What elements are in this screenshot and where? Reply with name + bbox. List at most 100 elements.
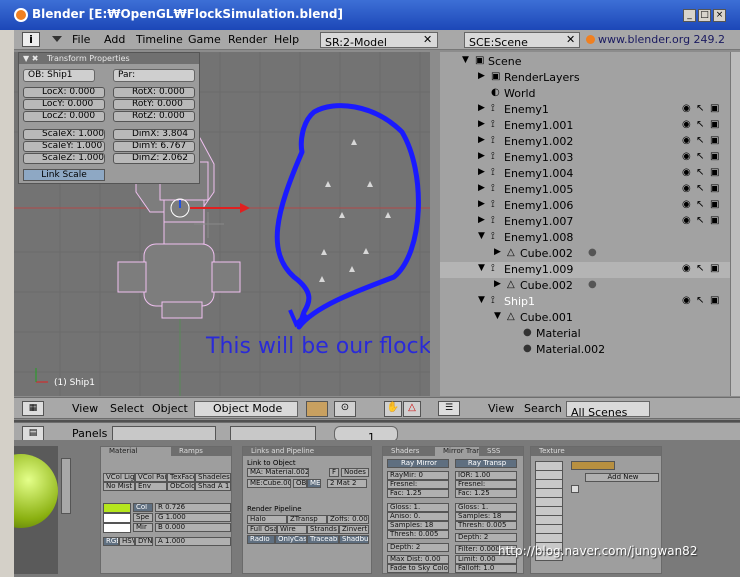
- scene-filter-selector[interactable]: All Scenes: [566, 401, 650, 417]
- col-button[interactable]: Col: [133, 503, 153, 512]
- wire-button[interactable]: Wire: [277, 525, 307, 534]
- outliner-menu-search[interactable]: Search: [524, 402, 562, 415]
- shading-icon[interactable]: [306, 401, 328, 417]
- traceable-button[interactable]: Traceable: [307, 535, 339, 544]
- texface-button[interactable]: TexFace: [167, 473, 195, 482]
- expand-right-icon[interactable]: ▶: [478, 119, 485, 129]
- cursor-toggle-icon[interactable]: ↖: [696, 199, 704, 210]
- outliner-row[interactable]: ▼ ⟟ Enemy1.009 ◉ ↖ ▣: [440, 262, 730, 278]
- outliner-row[interactable]: ▶ ▣ RenderLayers: [440, 70, 730, 86]
- render-toggle-icon[interactable]: ▣: [710, 103, 719, 114]
- outliner-row[interactable]: ▶ △ Cube.002 ●: [440, 246, 730, 262]
- eye-toggle-icon[interactable]: ◉: [682, 215, 691, 226]
- expand-right-icon[interactable]: ▶: [478, 183, 485, 193]
- mir-button[interactable]: Mir: [133, 523, 153, 532]
- expand-right-icon[interactable]: ▶: [494, 247, 501, 257]
- alpha-slider[interactable]: A 1.000: [155, 537, 231, 546]
- outliner-menu-view[interactable]: View: [488, 402, 514, 415]
- eye-toggle-icon[interactable]: ◉: [682, 199, 691, 210]
- menu-help[interactable]: Help: [274, 33, 299, 46]
- collapse-triangle-icon[interactable]: [52, 36, 62, 42]
- locy-field[interactable]: LocY: 0.000: [23, 99, 105, 110]
- r-slider[interactable]: R 0.726: [155, 503, 231, 512]
- expand-down-icon[interactable]: ▼: [478, 295, 485, 305]
- ior-slider[interactable]: IOR: 1.00: [455, 471, 517, 480]
- falloff-field[interactable]: Falloff: 1.0: [455, 564, 517, 573]
- render-toggle-icon[interactable]: ▣: [710, 263, 719, 274]
- dimy-field[interactable]: DimY: 6.767: [113, 141, 195, 152]
- material-name-field[interactable]: MA: Material.002: [247, 468, 309, 477]
- render-toggle-icon[interactable]: ▣: [710, 151, 719, 162]
- expand-right-icon[interactable]: ▶: [478, 167, 485, 177]
- render-toggle-icon[interactable]: ▣: [710, 167, 719, 178]
- menu-select[interactable]: Select: [110, 402, 144, 415]
- roty-field[interactable]: RotY: 0.000: [113, 99, 195, 110]
- outliner-row[interactable]: ▶ ⟟ Enemy1.001 ◉ ↖ ▣: [440, 118, 730, 134]
- buttons-type-icon[interactable]: ▤: [22, 426, 44, 441]
- transp-thresh-field[interactable]: Thresh: 0.005: [455, 521, 517, 530]
- radio-button[interactable]: Radio: [247, 535, 275, 544]
- outliner-row[interactable]: ▶ ⟟ Enemy1.003 ◉ ↖ ▣: [440, 150, 730, 166]
- scalex-field[interactable]: ScaleX: 1.000: [23, 129, 105, 140]
- material-count-field[interactable]: 2 Mat 2: [327, 479, 367, 488]
- outliner-row[interactable]: ▶ ⟟ Enemy1.002 ◉ ↖ ▣: [440, 134, 730, 150]
- material-tab[interactable]: Material: [101, 447, 171, 456]
- cursor-toggle-icon[interactable]: ↖: [696, 263, 704, 274]
- g-slider[interactable]: G 1.000: [155, 513, 231, 522]
- shadeless-button[interactable]: Shadeless: [195, 473, 231, 482]
- mirror-fac-slider[interactable]: Fac: 1.25: [387, 489, 449, 498]
- outliner-row[interactable]: ▶ △ Cube.002 ●: [440, 278, 730, 294]
- expand-right-icon[interactable]: ▶: [478, 71, 485, 81]
- expand-down-icon[interactable]: ▼: [478, 263, 485, 273]
- spe-swatch[interactable]: [103, 513, 131, 523]
- link-scale-button[interactable]: Link Scale: [23, 169, 105, 181]
- expand-right-icon[interactable]: ▶: [478, 103, 485, 113]
- cursor-toggle-icon[interactable]: ↖: [696, 151, 704, 162]
- add-new-texture-button[interactable]: Add New: [585, 473, 659, 482]
- links-pipeline-tab[interactable]: Links and Pipeline: [243, 447, 371, 456]
- nodes-button[interactable]: Nodes: [341, 468, 369, 477]
- transp-depth-field[interactable]: Depth: 2: [455, 533, 517, 542]
- parent-field[interactable]: Par:: [113, 69, 195, 82]
- full-osa-button[interactable]: Full Osa: [247, 525, 277, 534]
- cursor-toggle-icon[interactable]: ↖: [696, 183, 704, 194]
- rotx-field[interactable]: RotX: 0.000: [113, 87, 195, 98]
- eye-toggle-icon[interactable]: ◉: [682, 167, 691, 178]
- raymir-slider[interactable]: RayMir: 0: [387, 471, 449, 480]
- obcolor-button[interactable]: ObColor: [167, 482, 195, 491]
- dimx-field[interactable]: DimX: 3.804: [113, 129, 195, 140]
- transp-fac-slider[interactable]: Fac: 1.25: [455, 489, 517, 498]
- onlycast-button[interactable]: OnlyCast: [275, 535, 307, 544]
- render-toggle-icon[interactable]: ▣: [710, 183, 719, 194]
- rotz-field[interactable]: RotZ: 0.000: [113, 111, 195, 122]
- shad-a-field[interactable]: Shad A 1.00: [195, 482, 231, 491]
- preview-type-buttons[interactable]: [61, 458, 71, 514]
- menu-game[interactable]: Game: [188, 33, 221, 46]
- render-toggle-icon[interactable]: ▣: [710, 295, 719, 306]
- cursor-toggle-icon[interactable]: ↖: [696, 135, 704, 146]
- zinvert-button[interactable]: Zinvert: [339, 525, 369, 534]
- ztransp-button[interactable]: ZTransp: [287, 515, 327, 524]
- zoffs-field[interactable]: Zoffs: 0.00: [327, 515, 369, 524]
- outliner-row[interactable]: ▼ ▣ Scene: [440, 54, 730, 70]
- menu-timeline[interactable]: Timeline: [136, 33, 183, 46]
- texture-tab[interactable]: Texture: [531, 447, 661, 456]
- ramps-tab[interactable]: Ramps: [171, 447, 231, 456]
- mirror-transp-tab[interactable]: Mirror Transp: [435, 447, 479, 456]
- mirror-depth-field[interactable]: Depth: 2: [387, 543, 449, 552]
- shaders-tab[interactable]: Shaders: [383, 447, 435, 456]
- ob-link-button[interactable]: OB: [293, 479, 307, 488]
- scalez-field[interactable]: ScaleZ: 1.000: [23, 153, 105, 164]
- fake-user-button[interactable]: F: [329, 468, 339, 477]
- render-toggle-icon[interactable]: ▣: [710, 119, 719, 130]
- b-slider[interactable]: B 0.000: [155, 523, 231, 532]
- eye-toggle-icon[interactable]: ◉: [682, 135, 691, 146]
- cursor-toggle-icon[interactable]: ↖: [696, 119, 704, 130]
- eye-toggle-icon[interactable]: ◉: [682, 119, 691, 130]
- render-toggle-icon[interactable]: ▣: [710, 215, 719, 226]
- aniso-slider[interactable]: Aniso: 0.: [387, 512, 449, 521]
- vcol-paint-button[interactable]: VCol Paint: [135, 473, 167, 482]
- outliner-row[interactable]: ▼ △ Cube.001: [440, 310, 730, 326]
- viewport-type-icon[interactable]: ▦: [22, 401, 44, 416]
- halo-button[interactable]: Halo: [247, 515, 287, 524]
